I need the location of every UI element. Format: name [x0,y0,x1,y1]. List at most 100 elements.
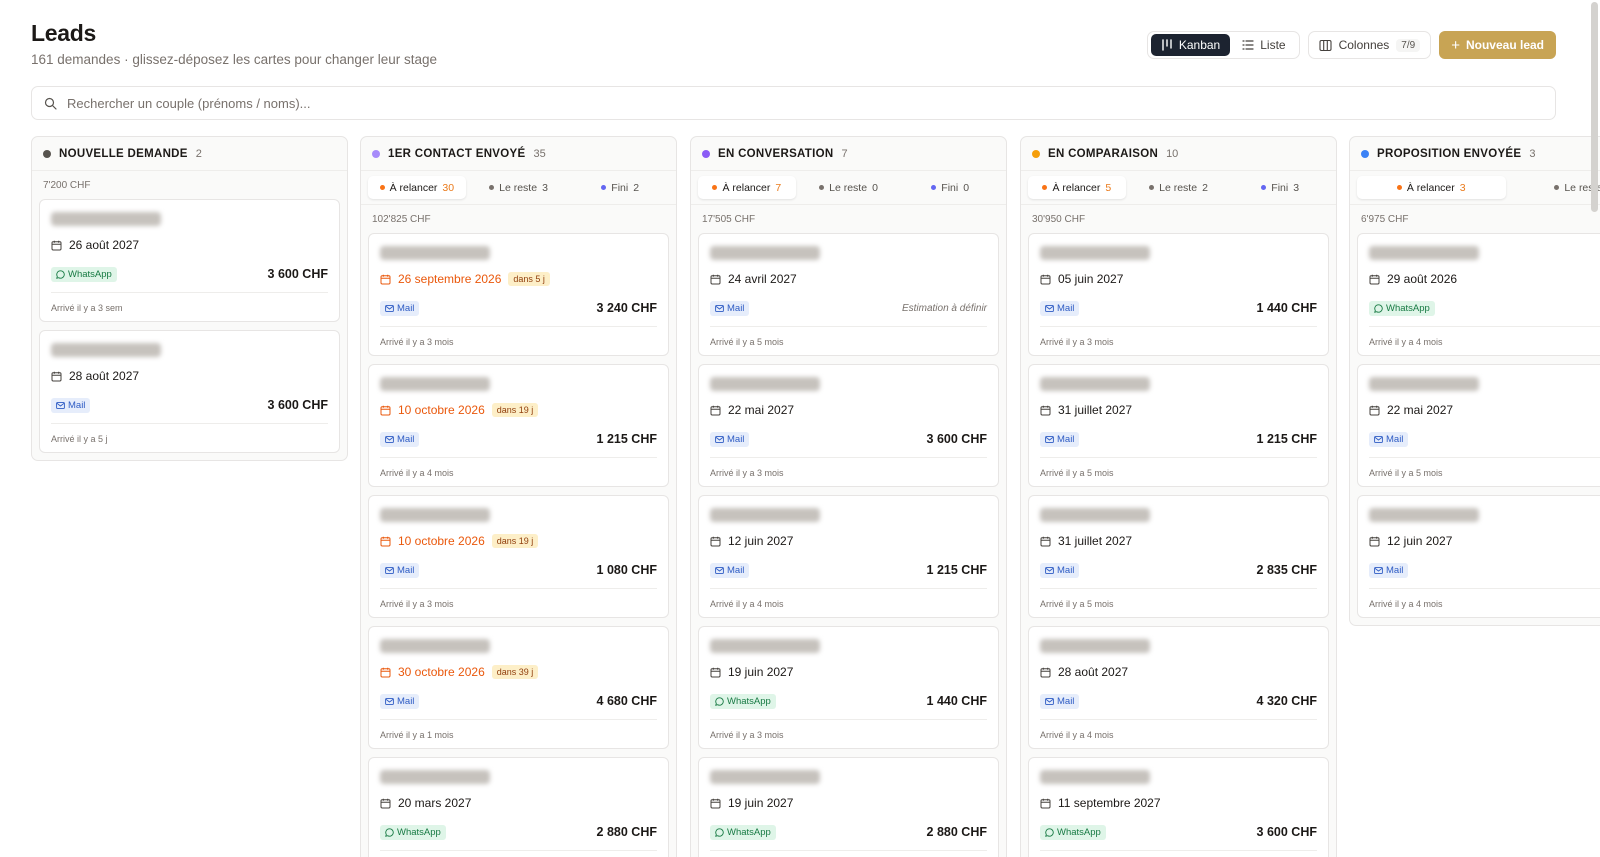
lead-card[interactable]: 05 juin 2027 Mail 1 440 CHF Arrivé il y a… [1028,233,1329,356]
column-header[interactable]: NOUVELLE DEMANDE 2 [32,137,347,171]
couple-name-blurred [1040,377,1150,391]
lead-card[interactable]: 19 juin 2027 WhatsApp 2 880 CHF [698,757,999,857]
card-amount: 4 680 CHF [596,694,657,708]
event-date: 19 juin 2027 [728,665,794,679]
lead-card[interactable]: 28 août 2027 Mail 4 320 CHF Arrivé il y a… [1028,626,1329,749]
mail-icon [385,435,394,443]
card-amount: 1 215 CHF [1256,432,1317,446]
card-arrived: Arrivé il y a 3 mois [1040,326,1317,347]
tab-status-dot [1396,185,1402,190]
tab-count: 30 [442,181,455,194]
column-tab[interactable]: À relancer 30 [368,176,466,199]
card-list: 29 août 2026 WhatsApp Arrivé il y a 4 mo… [1350,233,1600,625]
column-tab[interactable]: Fini 2 [571,176,669,199]
channel-label: WhatsApp [727,826,771,838]
lead-card[interactable]: 12 juin 2027 Mail Arrivé il y a 4 mois [1357,495,1600,618]
column-tab[interactable]: À relancer 7 [698,176,796,199]
channel-label: Mail [727,564,745,576]
column-header[interactable]: PROPOSITION ENVOYÉE 3 [1350,137,1600,171]
lead-card[interactable]: 12 juin 2027 Mail 1 215 CHF Arrivé il y a… [698,495,999,618]
new-lead-button[interactable]: + Nouveau lead [1439,31,1556,59]
calendar-icon [710,667,721,677]
mail-icon [715,304,724,312]
calendar-icon [1040,536,1051,546]
card-amount: 3 240 CHF [596,301,657,315]
card-amount: 1 440 CHF [1256,301,1317,315]
column-tab[interactable]: Fini 3 [1231,176,1329,199]
columns-button[interactable]: Colonnes 7/9 [1307,31,1432,59]
lead-card[interactable]: 11 septembre 2027 WhatsApp 3 600 CHF [1028,757,1329,857]
column-tab[interactable]: Le reste 3 [470,176,568,199]
calendar-icon [380,405,391,415]
column-header[interactable]: EN CONVERSATION 7 [691,137,1006,171]
tab-label: Fini [611,181,629,194]
lead-card[interactable]: 24 avril 2027 Mail Estimation à définir A… [698,233,999,356]
due-badge: dans 19 j [491,534,539,548]
mail-icon [1045,697,1054,705]
column-total: 30'950 CHF [1032,213,1086,225]
kanban-board: NOUVELLE DEMANDE 2 7'200 CHF 26 août 202… [31,136,1600,857]
list-view-button[interactable]: Liste [1232,34,1295,56]
lead-card[interactable]: 30 octobre 2026 dans 39 j Mail 4 680 CHF … [368,626,669,749]
card-arrived: Arrivé il y a 4 mois [710,588,987,609]
card-arrived: Arrivé il y a 3 mois [710,457,987,478]
column-tab[interactable]: Le reste 2 [1130,176,1228,199]
column-tabs: À relancer 7 Le reste 0 Fini 0 [691,171,1006,205]
search-input[interactable] [67,95,1555,111]
column-header[interactable]: EN COMPARAISON 10 [1021,137,1336,171]
tab-label: Le reste [829,181,868,194]
calendar-icon [51,371,62,381]
lead-card[interactable]: 26 septembre 2026 dans 5 j Mail 3 240 CHF… [368,233,669,356]
event-date: 22 mai 2027 [1387,403,1454,417]
mail-channel-badge: Mail [710,431,750,447]
kanban-column: EN COMPARAISON 10 À relancer 5 Le reste … [1020,136,1337,857]
card-arrived: Arrivé il y a 4 mois [1369,326,1600,347]
scrollbar-thumb[interactable] [1591,2,1598,212]
card-date: 31 juillet 2027 [1040,402,1317,418]
kanban-view-button[interactable]: Kanban [1150,34,1231,56]
card-date: 30 octobre 2026 dans 39 j [380,664,657,680]
tab-status-dot [1149,185,1155,190]
whatsapp-icon [385,827,394,837]
lead-card[interactable]: 31 juillet 2027 Mail 2 835 CHF Arrivé il … [1028,495,1329,618]
column-tab[interactable]: À relancer 3 [1357,176,1506,199]
lead-card[interactable]: 31 juillet 2027 Mail 1 215 CHF Arrivé il … [1028,364,1329,487]
column-total: 7'200 CHF [43,179,91,191]
column-tab[interactable]: Le reste 0 [1510,176,1600,199]
lead-card[interactable]: 22 mai 2027 Mail Arrivé il y a 5 mois [1357,364,1600,487]
card-meta: Mail 1 215 CHF [380,430,657,448]
couple-name-blurred [380,770,490,784]
lead-card[interactable]: 22 mai 2027 Mail 3 600 CHF Arrivé il y a … [698,364,999,487]
calendar-icon [51,240,62,250]
column-tabs: À relancer 5 Le reste 2 Fini 3 [1021,171,1336,205]
tab-status-dot [1042,185,1048,190]
channel-label: Mail [397,564,415,576]
column-tab[interactable]: Fini 0 [901,176,999,199]
page-scrollbar[interactable] [1590,0,1598,857]
lead-card[interactable]: 29 août 2026 WhatsApp Arrivé il y a 4 mo… [1357,233,1600,356]
card-amount: 2 880 CHF [926,825,987,839]
column-tab[interactable]: À relancer 5 [1028,176,1126,199]
calendar-icon [710,274,721,284]
tab-label: À relancer [722,181,771,194]
mail-channel-badge: Mail [1040,693,1080,709]
channel-label: WhatsApp [1057,826,1101,838]
event-date: 11 septembre 2027 [1058,796,1161,810]
column-tab[interactable]: Le reste 0 [800,176,898,199]
whatsapp-channel-badge: WhatsApp [710,824,776,840]
whatsapp-icon [715,696,724,706]
lead-card[interactable]: 10 octobre 2026 dans 19 j Mail 1 215 CHF … [368,364,669,487]
card-arrived: Arrivé il y a 5 mois [1369,457,1600,478]
card-estimate: Estimation à définir [901,302,987,314]
tab-status-dot [1554,185,1560,190]
event-date: 19 juin 2027 [728,796,794,810]
lead-card[interactable]: 28 août 2027 Mail 3 600 CHF Arrivé il y a… [39,330,340,453]
lead-card[interactable]: 19 juin 2027 WhatsApp 1 440 CHF Arrivé il… [698,626,999,749]
column-header[interactable]: 1ER CONTACT ENVOYÉ 35 [361,137,676,171]
lead-card[interactable]: 26 août 2027 WhatsApp 3 600 CHF Arrivé il… [39,199,340,322]
mail-icon [1374,566,1383,574]
calendar-icon [1040,667,1051,677]
lead-card[interactable]: 20 mars 2027 WhatsApp 2 880 CHF [368,757,669,857]
lead-card[interactable]: 10 octobre 2026 dans 19 j Mail 1 080 CHF … [368,495,669,618]
whatsapp-channel-badge: WhatsApp [51,266,117,282]
